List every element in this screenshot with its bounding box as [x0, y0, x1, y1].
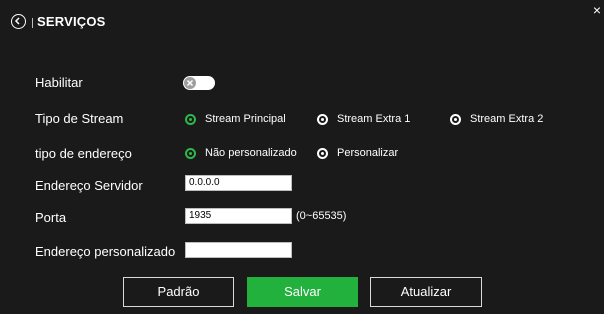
radio-nao-personalizado[interactable] — [185, 148, 196, 159]
default-button[interactable]: Padrão — [123, 277, 234, 307]
radio-stream-principal-label: Stream Principal — [205, 113, 286, 125]
enable-toggle[interactable] — [183, 76, 215, 90]
radio-stream-extra-2-label: Stream Extra 2 — [470, 113, 544, 125]
close-icon[interactable]: × — [593, 3, 601, 17]
server-address-label: Endereço Servidor — [35, 178, 143, 193]
custom-address-input[interactable] — [185, 242, 292, 258]
port-input[interactable]: 1935 — [185, 208, 292, 224]
stream-type-label: Tipo de Stream — [35, 111, 124, 126]
services-dialog: SERVIÇOS × Habilitar Tipo de Stream Stre… — [0, 0, 604, 314]
radio-stream-extra-1[interactable] — [317, 114, 328, 125]
radio-stream-extra-2[interactable] — [450, 114, 461, 125]
dialog-header: SERVIÇOS × — [0, 0, 604, 44]
radio-stream-extra-1-label: Stream Extra 1 — [337, 113, 411, 125]
back-icon[interactable] — [11, 14, 26, 29]
port-label: Porta — [35, 210, 67, 225]
radio-personalizar[interactable] — [317, 148, 328, 159]
header-divider — [32, 18, 33, 28]
radio-personalizar-label: Personalizar — [337, 147, 399, 159]
address-type-label: tipo de endereço — [35, 146, 132, 161]
enable-label: Habilitar — [35, 75, 83, 90]
refresh-button[interactable]: Atualizar — [370, 277, 482, 307]
save-button[interactable]: Salvar — [247, 277, 358, 307]
port-range-hint: (0~65535) — [296, 210, 347, 222]
radio-nao-personalizado-label: Não personalizado — [205, 147, 297, 159]
toggle-off-icon — [184, 77, 196, 89]
server-address-input[interactable]: 0.0.0.0 — [185, 175, 292, 191]
page-title: SERVIÇOS — [37, 14, 106, 29]
radio-stream-principal[interactable] — [185, 114, 196, 125]
custom-address-label: Endereço personalizado — [35, 244, 176, 259]
